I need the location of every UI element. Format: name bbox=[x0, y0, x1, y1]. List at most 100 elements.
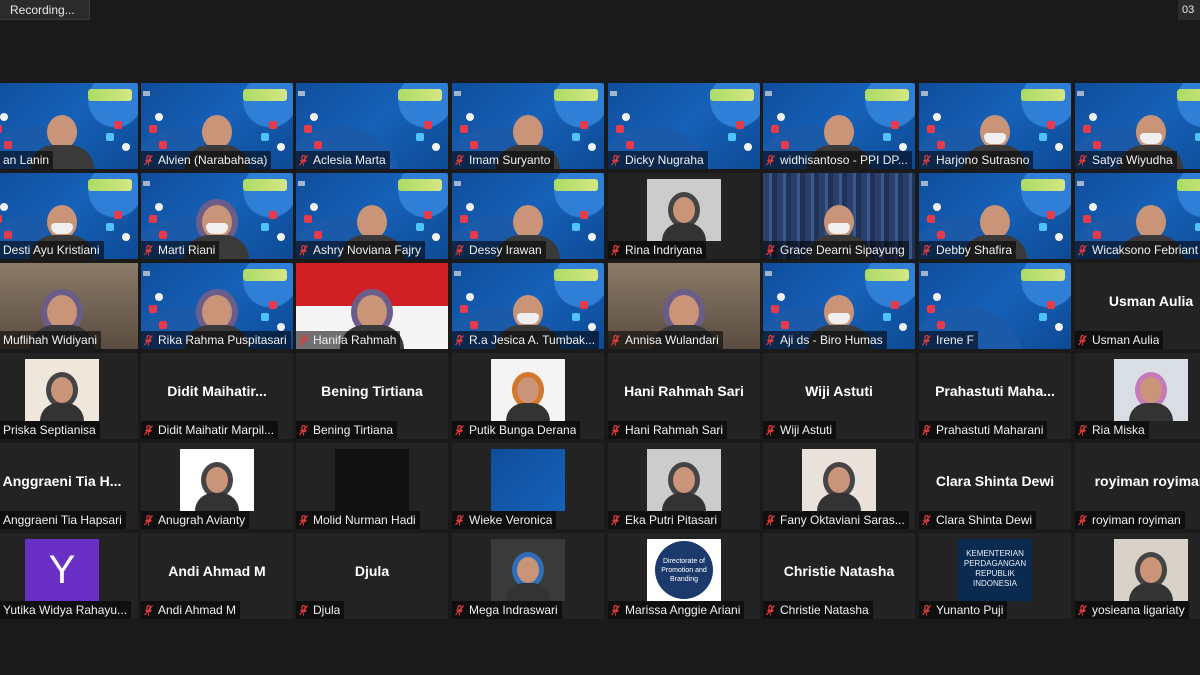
participant-tile[interactable]: Mega Indraswari bbox=[452, 533, 604, 619]
participant-tile[interactable]: Grace Dearni Sipayung bbox=[763, 173, 915, 259]
participant-name: Alvien (Narabahasa) bbox=[158, 153, 268, 167]
participant-tile[interactable]: Y Yutika Widya Rahayu... bbox=[0, 533, 138, 619]
event-banner bbox=[243, 89, 287, 101]
mic-muted-icon bbox=[455, 604, 464, 615]
participant-name-label: Djula bbox=[296, 601, 345, 619]
participant-tile[interactable]: Imam Suryanto bbox=[452, 83, 604, 169]
participant-tile[interactable]: Harjono Sutrasno bbox=[919, 83, 1071, 169]
participant-name: Dicky Nugraha bbox=[625, 153, 704, 167]
participant-tile[interactable]: Hani Rahmah Sari Hani Rahmah Sari bbox=[608, 353, 760, 439]
participant-name: R.a Jesica A. Tumbak... bbox=[469, 333, 596, 347]
event-banner bbox=[88, 89, 132, 101]
participant-tile[interactable]: Usman Aulia Usman Aulia bbox=[1075, 263, 1200, 349]
participant-name: an Lanin bbox=[3, 153, 50, 167]
participant-tile[interactable]: Fany Oktaviani Saras... bbox=[763, 443, 915, 529]
camera-corner-icon bbox=[454, 181, 461, 186]
mic-muted-icon bbox=[766, 514, 775, 525]
mic-muted-icon bbox=[144, 424, 153, 435]
background-decoration bbox=[588, 143, 596, 151]
background-decoration bbox=[159, 231, 167, 239]
background-decoration bbox=[466, 113, 474, 121]
participant-tile[interactable]: Annisa Wulandari bbox=[608, 263, 760, 349]
participant-tile[interactable]: Dessy Irawan bbox=[452, 173, 604, 259]
background-decoration bbox=[277, 323, 285, 331]
participant-tile[interactable]: Christie Natasha Christie Natasha bbox=[763, 533, 915, 619]
participant-name-label: Wiji Astuti bbox=[763, 421, 837, 439]
participant-name-label: Wieke Veronica bbox=[452, 511, 557, 529]
participant-tile[interactable]: Putik Bunga Derana bbox=[452, 353, 604, 439]
participant-name: Wicaksono Febriant bbox=[1092, 243, 1199, 257]
participant-tile[interactable]: Rina Indriyana bbox=[608, 173, 760, 259]
participant-tile[interactable]: Wieke Veronica bbox=[452, 443, 604, 529]
participant-tile[interactable]: Didit Maihatir... Didit Maihatir Marpil..… bbox=[141, 353, 293, 439]
mic-muted-icon bbox=[144, 154, 153, 165]
participant-name-label: R.a Jesica A. Tumbak... bbox=[452, 331, 600, 349]
background-decoration bbox=[883, 313, 891, 321]
participant-name: Marti Riani bbox=[158, 243, 216, 257]
background-decoration bbox=[777, 113, 785, 121]
mic-muted-icon bbox=[455, 514, 464, 525]
participant-name-label: Anugrah Avianty bbox=[141, 511, 250, 529]
participant-display-name: Christie Natasha bbox=[783, 563, 895, 579]
camera-corner-icon bbox=[921, 271, 928, 276]
mic-muted-icon bbox=[299, 424, 308, 435]
mic-muted-icon bbox=[144, 334, 153, 345]
participant-tile[interactable]: yosieana ligariaty bbox=[1075, 533, 1200, 619]
background-decoration bbox=[572, 133, 580, 141]
background-decoration bbox=[460, 215, 468, 223]
participant-tile[interactable]: KEMENTERIAN PERDAGANGAN REPUBLIK INDONES… bbox=[919, 533, 1071, 619]
participant-tile[interactable]: Hanifa Rahmah bbox=[296, 263, 448, 349]
background-decoration bbox=[616, 125, 624, 133]
background-decoration bbox=[310, 113, 318, 121]
participant-tile[interactable]: Wicaksono Febriant bbox=[1075, 173, 1200, 259]
background-decoration bbox=[416, 223, 424, 231]
participant-tile[interactable]: Satya Wiyudha bbox=[1075, 83, 1200, 169]
participant-tile[interactable]: Ashry Noviana Fajry bbox=[296, 173, 448, 259]
participant-tile[interactable]: an Lanin bbox=[0, 83, 138, 169]
participant-tile[interactable]: royiman royiman royiman royiman bbox=[1075, 443, 1200, 529]
participant-name-label: Grace Dearni Sipayung bbox=[763, 241, 909, 259]
participant-tile[interactable]: Eka Putri Pitasari bbox=[608, 443, 760, 529]
participant-tile[interactable]: Aji ds - Biro Humas bbox=[763, 263, 915, 349]
participant-tile[interactable]: Desti Ayu Kristiani bbox=[0, 173, 138, 259]
participant-name: Wiji Astuti bbox=[780, 423, 833, 437]
background-decoration bbox=[933, 293, 941, 301]
participant-tile[interactable]: Rika Rahma Puspitasari bbox=[141, 263, 293, 349]
participant-name: Wieke Veronica bbox=[469, 513, 553, 527]
participant-tile[interactable]: Andi Ahmad M Andi Ahmad M bbox=[141, 533, 293, 619]
mic-muted-icon bbox=[922, 244, 931, 255]
participant-tile[interactable]: Alvien (Narabahasa) bbox=[141, 83, 293, 169]
participant-tile[interactable]: Molid Nurman Hadi bbox=[296, 443, 448, 529]
participant-tile[interactable]: Irene F bbox=[919, 263, 1071, 349]
participant-tile[interactable]: Dicky Nugraha bbox=[608, 83, 760, 169]
participant-tile[interactable]: Debby Shafira bbox=[919, 173, 1071, 259]
participant-name-label: Hani Rahmah Sari bbox=[608, 421, 728, 439]
participant-tile[interactable]: Muflihah Widiyani bbox=[0, 263, 138, 349]
participant-name: Yunanto Puji bbox=[936, 603, 1004, 617]
participant-tile[interactable]: Clara Shinta Dewi Clara Shinta Dewi bbox=[919, 443, 1071, 529]
participant-tile[interactable]: Prahastuti Maha... Prahastuti Maharani bbox=[919, 353, 1071, 439]
participant-tile[interactable]: Wiji Astuti Wiji Astuti bbox=[763, 353, 915, 439]
participant-tile[interactable]: Directorate of Promotion and Branding Mar… bbox=[608, 533, 760, 619]
participant-tile[interactable]: Aclesia Marta bbox=[296, 83, 448, 169]
participant-tile[interactable]: R.a Jesica A. Tumbak... bbox=[452, 263, 604, 349]
participant-tile[interactable]: Bening Tirtiana Bening Tirtiana bbox=[296, 353, 448, 439]
camera-corner-icon bbox=[143, 181, 150, 186]
participant-display-name: Bening Tirtiana bbox=[321, 383, 423, 399]
mic-muted-icon bbox=[455, 154, 464, 165]
participant-display-name: Didit Maihatir... bbox=[167, 383, 267, 399]
participant-tile[interactable]: Priska Septianisa bbox=[0, 353, 138, 439]
background-decoration bbox=[883, 133, 891, 141]
participant-tile[interactable]: Ria Miska bbox=[1075, 353, 1200, 439]
event-banner bbox=[554, 179, 598, 191]
participant-tile[interactable]: widhisantoso - PPI DP... bbox=[763, 83, 915, 169]
mic-muted-icon bbox=[1078, 334, 1087, 345]
mic-muted-icon bbox=[766, 424, 775, 435]
participant-tile[interactable]: Marti Riani bbox=[141, 173, 293, 259]
participant-tile[interactable]: Anggraeni Tia H... Anggraeni Tia Hapsari bbox=[0, 443, 138, 529]
background-decoration bbox=[933, 113, 941, 121]
mic-muted-icon bbox=[611, 514, 620, 525]
participant-tile[interactable]: Anugrah Avianty bbox=[141, 443, 293, 529]
participant-tile[interactable]: Djula Djula bbox=[296, 533, 448, 619]
participant-name-label: Aji ds - Biro Humas bbox=[763, 331, 887, 349]
